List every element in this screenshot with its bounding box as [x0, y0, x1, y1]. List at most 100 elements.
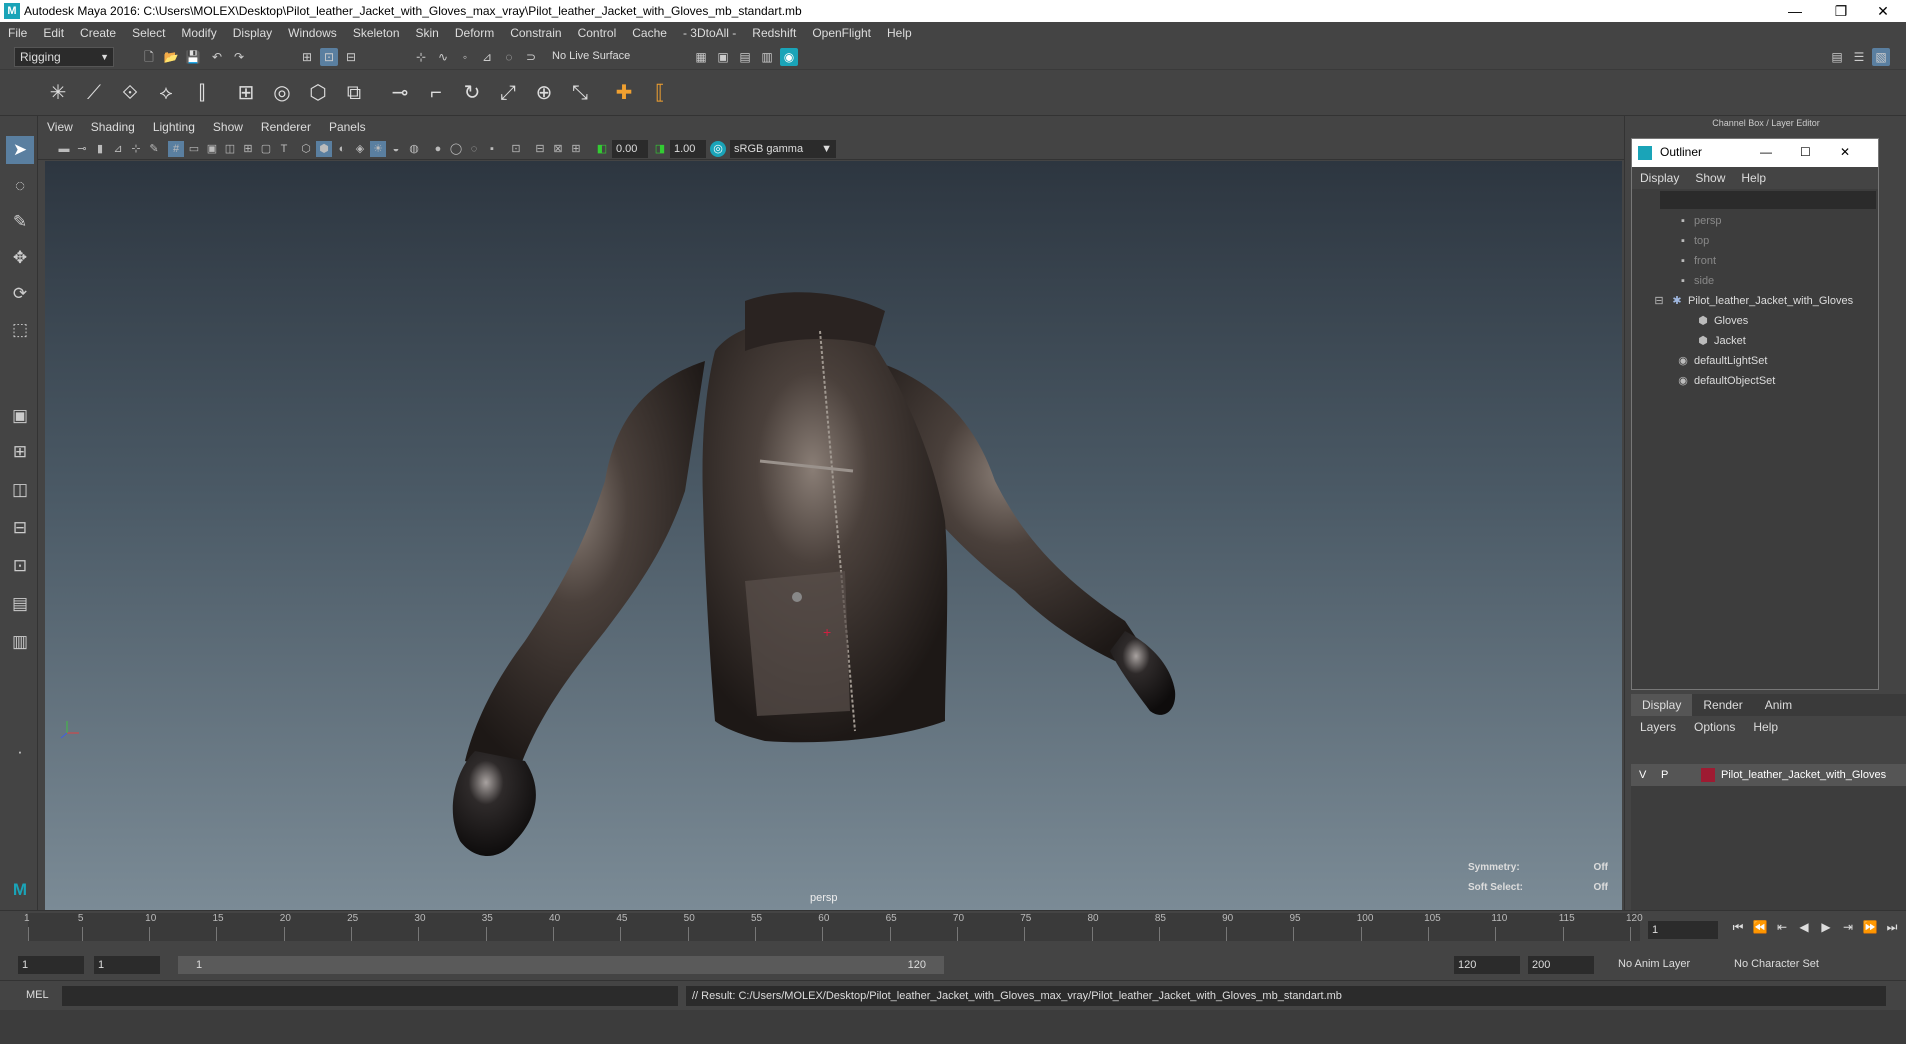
outliner-item[interactable]: ▪ top [1676, 231, 1709, 251]
menu-display[interactable]: Display [225, 26, 280, 40]
orient-constraint-icon[interactable]: ↻ [458, 78, 486, 108]
more-layouts-icon[interactable]: · [6, 738, 34, 766]
ik-spline-icon[interactable]: ⟐ [116, 78, 144, 108]
menu-redshift[interactable]: Redshift [744, 26, 804, 40]
command-input[interactable] [62, 986, 678, 1006]
tab-anim[interactable]: Anim [1754, 694, 1803, 716]
move-tool-icon[interactable]: ✥ [6, 244, 34, 272]
menuset-dropdown[interactable]: Rigging ▼ [14, 47, 114, 67]
channel-box-icon[interactable]: ▧ [1872, 48, 1890, 66]
color-management-icon[interactable]: ◎ [710, 141, 726, 157]
snap-magnet-icon[interactable]: ⊃ [522, 48, 540, 66]
menu-deform[interactable]: Deform [447, 26, 502, 40]
layer-playback-toggle[interactable]: P [1661, 764, 1668, 786]
bind-skin-icon[interactable]: ⊞ [232, 78, 260, 108]
outliner-item[interactable]: ◉ defaultLightSet [1676, 351, 1767, 371]
persp-outliner-icon[interactable]: ⊟ [6, 514, 34, 542]
snap-view-icon[interactable]: ⊿ [478, 48, 496, 66]
minimize-button[interactable]: — [1772, 0, 1818, 22]
textured-icon[interactable]: ◈ [352, 141, 368, 157]
perspective-viewport[interactable]: + persp Symmetry: Off Soft Select: Off [45, 161, 1622, 910]
snap-surface-icon[interactable]: ◌ [500, 48, 518, 66]
go-to-start-icon[interactable]: ⏮ [1730, 919, 1746, 935]
outliner-item[interactable]: ▪ persp [1676, 211, 1721, 231]
render-view-icon[interactable]: ▦ [692, 48, 710, 66]
live-surface-label[interactable]: No Live Surface [552, 50, 630, 62]
isolate-select-icon[interactable]: ⊡ [508, 141, 524, 157]
aim-constraint-icon[interactable]: ⌐ [422, 78, 450, 108]
start-time-field[interactable]: 1 [18, 956, 84, 974]
insert-joint-icon[interactable]: ⟡ [152, 78, 180, 108]
outliner-maximize-button[interactable]: ☐ [1800, 145, 1811, 159]
menu-help[interactable]: Help [879, 26, 920, 40]
menu-constrain[interactable]: Constrain [502, 26, 569, 40]
safe-title-icon[interactable]: T [276, 141, 292, 157]
hypershade-layout-icon[interactable]: ▥ [6, 628, 34, 656]
ambient-occlusion-icon[interactable]: ◍ [406, 141, 422, 157]
camera-attributes-icon[interactable]: ⊸ [74, 141, 90, 157]
layer-visibility-toggle[interactable]: V [1639, 764, 1646, 786]
lattice-icon[interactable]: ⬡ [304, 78, 332, 108]
smooth-shade-icon[interactable]: ⬢ [316, 141, 332, 157]
menu-create[interactable]: Create [72, 26, 124, 40]
menu-edit[interactable]: Edit [35, 26, 72, 40]
play-forward-icon[interactable]: ▶ [1818, 919, 1834, 935]
step-forward-icon[interactable]: ⏩ [1862, 919, 1878, 935]
modeling-toolkit-icon[interactable]: ▤ [1828, 48, 1846, 66]
snap-grid-icon[interactable]: ⊹ [412, 48, 430, 66]
depth-of-field-icon[interactable]: ◌ [466, 141, 482, 157]
motion-blur-icon[interactable]: ● [430, 141, 446, 157]
playback-start-field[interactable]: 1 [94, 956, 160, 974]
menu-control[interactable]: Control [570, 26, 625, 40]
prev-key-icon[interactable]: ⇤ [1774, 919, 1790, 935]
layer-menu-help[interactable]: Help [1744, 720, 1787, 734]
menu-3dtoall[interactable]: - 3DtoAll - [675, 26, 744, 40]
panel-menu-shading[interactable]: Shading [82, 120, 144, 134]
select-object-icon[interactable]: ⊡ [320, 48, 338, 66]
mirror-joint-icon[interactable]: ⫿ [188, 78, 216, 108]
panel-menu-panels[interactable]: Panels [320, 120, 375, 134]
point-constraint-icon[interactable]: ⊸ [386, 78, 414, 108]
menu-select[interactable]: Select [124, 26, 173, 40]
collapse-icon[interactable]: ⊟ [1652, 291, 1666, 311]
character-set-dropdown[interactable]: No Character Set [1734, 958, 1819, 970]
snap-point-icon[interactable]: ◦ [456, 48, 474, 66]
backface-icon[interactable]: ⊞ [568, 141, 584, 157]
outliner-minimize-button[interactable]: — [1760, 145, 1772, 159]
pole-vector-icon[interactable]: ⤡ [566, 78, 594, 108]
undo-icon[interactable]: ↶ [208, 48, 226, 66]
scale-tool-icon[interactable]: ⬚ [6, 316, 34, 344]
outliner-item[interactable]: ▪ front [1676, 251, 1716, 271]
outliner-item[interactable]: ⬢ Gloves [1696, 311, 1748, 331]
resolution-gate-icon[interactable]: ▣ [204, 141, 220, 157]
jacket-model[interactable] [452, 292, 1176, 856]
gamma-icon[interactable]: ◨ [652, 141, 668, 157]
select-tool-icon[interactable]: ➤ [6, 136, 34, 164]
anti-aliasing-icon[interactable]: ◯ [448, 141, 464, 157]
end-time-field[interactable]: 200 [1528, 956, 1594, 974]
panel-menu-view[interactable]: View [38, 120, 82, 134]
go-to-end-icon[interactable]: ⏭ [1884, 919, 1900, 935]
cluster-handle-icon[interactable]: ⟦ [646, 78, 674, 108]
menu-file[interactable]: File [0, 26, 35, 40]
blend-shape-icon[interactable]: ⧉ [340, 78, 368, 108]
redo-icon[interactable]: ↷ [230, 48, 248, 66]
tab-render[interactable]: Render [1692, 694, 1753, 716]
xray-active-icon[interactable]: ⊠ [550, 141, 566, 157]
menu-modify[interactable]: Modify [173, 26, 224, 40]
paint-select-icon[interactable]: ✎ [6, 208, 34, 236]
panel-menu-show[interactable]: Show [204, 120, 252, 134]
time-slider[interactable]: 1 5 10 15 20 25 30 35 40 45 50 55 60 65 70 75 80 85 90 95 10… [0, 910, 1906, 950]
new-scene-icon[interactable]: 🗋 [140, 48, 158, 66]
grid-icon[interactable]: # [168, 141, 184, 157]
current-frame-field[interactable]: 1 [1648, 921, 1718, 939]
render-frame-icon[interactable]: ▣ [714, 48, 732, 66]
field-chart-icon[interactable]: ⊞ [240, 141, 256, 157]
gamma-field[interactable]: 1.00 [670, 140, 706, 158]
anim-layer-dropdown[interactable]: No Anim Layer [1618, 958, 1690, 970]
layout-icon[interactable]: ▤ [6, 590, 34, 618]
wireframe-on-shaded-icon[interactable]: ◐ [334, 141, 350, 157]
exposure-field[interactable]: 0.00 [612, 140, 648, 158]
grease-pencil-icon[interactable]: ✎ [146, 141, 162, 157]
layer-menu-layers[interactable]: Layers [1631, 720, 1685, 734]
